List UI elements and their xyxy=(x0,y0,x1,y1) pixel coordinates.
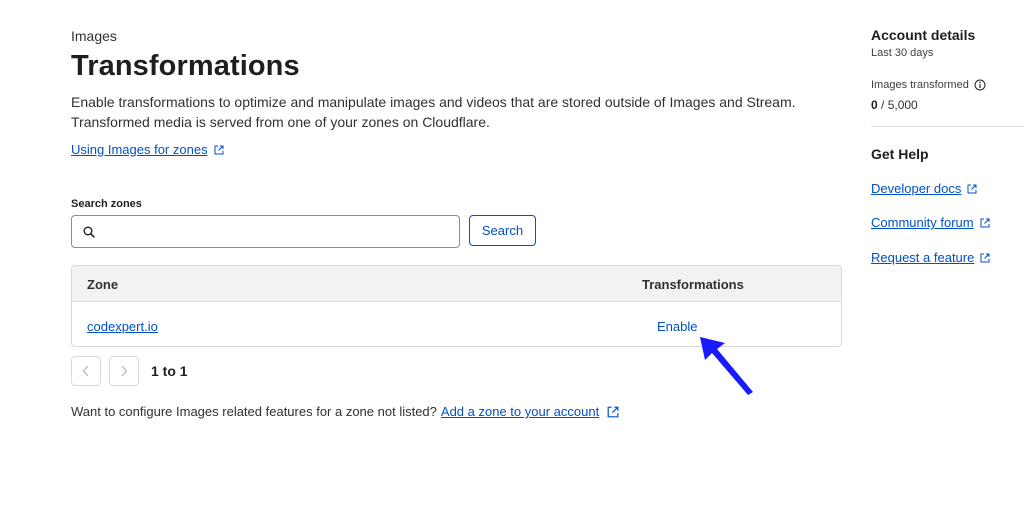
column-header-transformations: Transformations xyxy=(642,277,744,292)
enable-transformations-link[interactable]: Enable xyxy=(657,319,697,334)
doc-link-label: Using Images for zones xyxy=(71,142,208,157)
using-images-for-zones-link[interactable]: Using Images for zones xyxy=(71,142,224,157)
community-forum-link[interactable]: Community forum xyxy=(871,215,990,230)
page-eyebrow: Images xyxy=(71,28,117,44)
previous-page-button[interactable] xyxy=(71,356,101,386)
get-help-heading: Get Help xyxy=(871,146,929,162)
chevron-right-icon xyxy=(121,365,128,377)
search-zones-field[interactable] xyxy=(71,215,460,248)
account-period: Last 30 days xyxy=(871,47,934,59)
metric-total: / 5,000 xyxy=(877,98,918,112)
help-link-label: Community forum xyxy=(871,215,974,230)
images-transformed-value: 0 / 5,000 xyxy=(871,98,918,112)
sidebar-divider xyxy=(871,126,1024,127)
external-link-icon xyxy=(980,218,990,227)
developer-docs-link[interactable]: Developer docs xyxy=(871,181,977,196)
column-header-zone: Zone xyxy=(87,277,119,292)
footnote-text: Want to configure Images related feature… xyxy=(71,404,437,419)
external-link-icon xyxy=(607,406,619,417)
zone-link[interactable]: codexpert.io xyxy=(87,319,158,334)
request-a-feature-link[interactable]: Request a feature xyxy=(871,250,990,265)
add-zone-link[interactable]: Add a zone to your account xyxy=(441,404,599,419)
table-header: Zone Transformations xyxy=(72,266,841,302)
annotation-arrow-icon xyxy=(700,337,753,395)
search-zones-label: Search zones xyxy=(71,198,142,210)
images-transformed-label: Images transformed xyxy=(871,79,986,91)
help-link-label: Request a feature xyxy=(871,250,975,265)
metric-label-text: Images transformed xyxy=(871,79,969,91)
pagination: 1 to 1 xyxy=(71,356,188,386)
external-link-icon xyxy=(214,145,224,154)
page-description: Enable transformations to optimize and m… xyxy=(71,94,796,130)
chevron-left-icon xyxy=(82,365,89,377)
search-button[interactable]: Search xyxy=(469,215,536,246)
pagination-range: 1 to 1 xyxy=(151,363,188,379)
metric-used: 0 xyxy=(871,98,878,112)
page-title: Transformations xyxy=(71,50,300,82)
add-zone-footnote: Want to configure Images related feature… xyxy=(71,404,619,419)
external-link-icon xyxy=(980,253,990,262)
external-link-icon xyxy=(967,184,977,193)
info-icon[interactable] xyxy=(974,79,986,91)
next-page-button[interactable] xyxy=(109,356,139,386)
help-link-label: Developer docs xyxy=(871,181,962,196)
search-icon xyxy=(83,226,95,238)
account-details-heading: Account details xyxy=(871,27,976,43)
search-zones-input[interactable] xyxy=(101,216,459,247)
